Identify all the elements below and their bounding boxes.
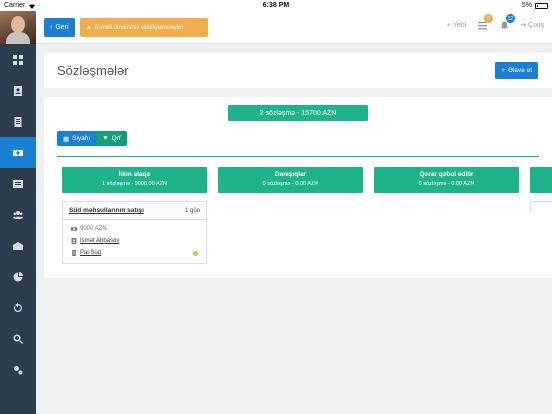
top-bar: ‹ Geri ▲ E-mail ünvanınız təsdiqlənməyib… (36, 11, 552, 44)
wifi-icon (29, 3, 36, 9)
stage-subtitle: 0 sözləşmə - 0.00 AZN (418, 181, 475, 187)
chevron-left-icon: ‹ (50, 24, 53, 31)
stage-column: İlkin əlaqə 1 sözləşmə - 9000.00 AZN Süd… (62, 167, 207, 264)
stage-column: Qərar qəbul edilir 0 sözləşmə - 0.00 AZN (374, 167, 519, 193)
email-warning-label: E-mail ünvanınız təsdiqlənməyib! (94, 24, 183, 31)
clock: 6:38 PM (262, 2, 290, 9)
notifications-badge: 12 (505, 14, 516, 23)
pipeline-stages: İlkin əlaqə 1 sözləşmə - 9000.00 AZN Süd… (62, 167, 552, 277)
chart-pie-icon (13, 271, 23, 281)
deal-contact-row: İsmət Abbasov (63, 235, 206, 247)
stage-header[interactable]: Danışıqlar 0 sözləşmə - 0.00 AZN (218, 167, 363, 193)
sidebar-item-contacts[interactable] (0, 75, 36, 106)
deals-summary: 2 sözləşmə - 15700 AZN (228, 105, 368, 121)
divider (57, 156, 539, 157)
email-warning-button[interactable]: ▲ E-mail ünvanınız təsdiqlənməyib! (80, 18, 208, 37)
stage-name: İlkin əlaqə (118, 171, 151, 178)
sidebar-item-dashboard[interactable] (0, 44, 36, 75)
back-button-label: Geri (55, 24, 69, 31)
sidebar-item-users[interactable] (0, 199, 36, 230)
sidebar (0, 11, 36, 414)
deal-status-dot (193, 251, 198, 256)
battery-icon (535, 2, 548, 9)
filter-view-button[interactable]: ▼ Qrf (96, 131, 127, 146)
add-deal-button[interactable]: + Əlavə et (495, 62, 538, 79)
stage-column-partial (530, 167, 552, 211)
sidebar-item-history[interactable] (0, 292, 36, 323)
logout-button-label: Çıxış (528, 21, 544, 29)
stage-column: Danışıqlar 0 sözləşmə - 0.00 AZN (218, 167, 363, 193)
status-right: 5% (522, 2, 548, 9)
plus-icon: + (501, 67, 505, 74)
table-icon: ▦ (63, 135, 70, 143)
avatar[interactable] (0, 11, 36, 44)
view-toggle: ▦ Siyahı ▼ Qrf (57, 131, 127, 146)
tasks-badge: 0 (484, 14, 494, 23)
deal-company-link[interactable]: Pal Süd (80, 250, 101, 256)
mail-icon (13, 241, 23, 250)
page-header: Sözləşmələr + Əlavə et (44, 53, 552, 88)
top-right-actions: + Yeni 0 12 ⇥ Çıxış (447, 14, 544, 31)
contact-icon (71, 238, 77, 244)
sidebar-item-deals[interactable] (0, 137, 36, 168)
money-icon (13, 149, 23, 156)
carrier-label: Carrier (4, 2, 26, 9)
stage-subtitle: 0 sözləşmə - 0.00 AZN (262, 181, 319, 187)
building-icon (72, 250, 76, 256)
sidebar-item-mail[interactable] (0, 230, 36, 261)
stage-header[interactable]: Qərar qəbul edilir 0 sözləşmə - 0.00 AZN (374, 167, 519, 193)
filter-view-label: Qrf (111, 135, 121, 142)
list-icon (13, 179, 23, 188)
status-left: Carrier (4, 2, 36, 9)
dashboard-icon (13, 54, 23, 65)
sidebar-item-search[interactable] (0, 323, 36, 354)
settings-icon (14, 365, 23, 374)
list-view-button[interactable]: ▦ Siyahı (57, 131, 97, 146)
history-icon (13, 302, 22, 312)
stage-subtitle: 1 sözləşmə - 9000.00 AZN (102, 181, 167, 187)
sidebar-item-settings[interactable] (0, 354, 36, 385)
deals-board: 2 sözləşmə - 15700 AZN ▦ Siyahı ▼ Qrf İl… (44, 97, 552, 278)
stage-name: Danışıqlar (274, 171, 307, 178)
new-button[interactable]: + Yeni (447, 22, 466, 29)
logout-icon: ⇥ (520, 22, 527, 29)
document-icon (14, 116, 22, 127)
battery-percent: 5% (521, 2, 532, 9)
deal-title[interactable]: Süd məhsullarının satışı (69, 207, 144, 214)
deal-card-partial (530, 201, 552, 211)
sidebar-item-lists[interactable] (0, 168, 36, 199)
users-icon (13, 210, 23, 219)
deal-contact-link[interactable]: İsmət Abbasov (80, 238, 119, 244)
filter-icon: ▼ (102, 135, 109, 142)
sidebar-item-reports[interactable] (0, 261, 36, 292)
tasks-button[interactable]: 0 (476, 14, 494, 31)
logout-button[interactable]: ⇥ Çıxış (520, 21, 544, 30)
deal-days: 1 gün (184, 207, 200, 214)
deal-amount-row: 9000 AZN (63, 223, 206, 235)
status-bar: Carrier 6:38 PM 5% (0, 0, 552, 11)
page-title: Sözləşmələr (57, 63, 129, 78)
stage-header[interactable]: İlkin əlaqə 1 sözləşmə - 9000.00 AZN (62, 167, 207, 193)
deal-card-header: Süd məhsullarının satışı 1 gün (63, 202, 206, 220)
new-button-label: Yeni (452, 21, 467, 29)
search-icon (13, 334, 23, 344)
deal-amount: 9000 AZN (80, 226, 107, 232)
sidebar-item-documents[interactable] (0, 106, 36, 137)
list-view-label: Siyahı (72, 135, 91, 142)
notifications-button[interactable]: 12 (498, 14, 516, 31)
stage-name: Qərar qəbul edilir (419, 171, 474, 178)
contacts-icon (14, 85, 22, 96)
warning-icon: ▲ (86, 24, 92, 31)
plus-icon: + (446, 21, 451, 29)
deal-company-row: Pal Süd (63, 247, 206, 259)
deal-card[interactable]: Süd məhsullarının satışı 1 gün 9000 AZN … (62, 201, 207, 264)
money-icon (71, 227, 77, 231)
stage-header[interactable] (530, 167, 552, 193)
add-deal-button-label: Əlavə et (507, 67, 532, 74)
back-button[interactable]: ‹ Geri (44, 18, 75, 37)
